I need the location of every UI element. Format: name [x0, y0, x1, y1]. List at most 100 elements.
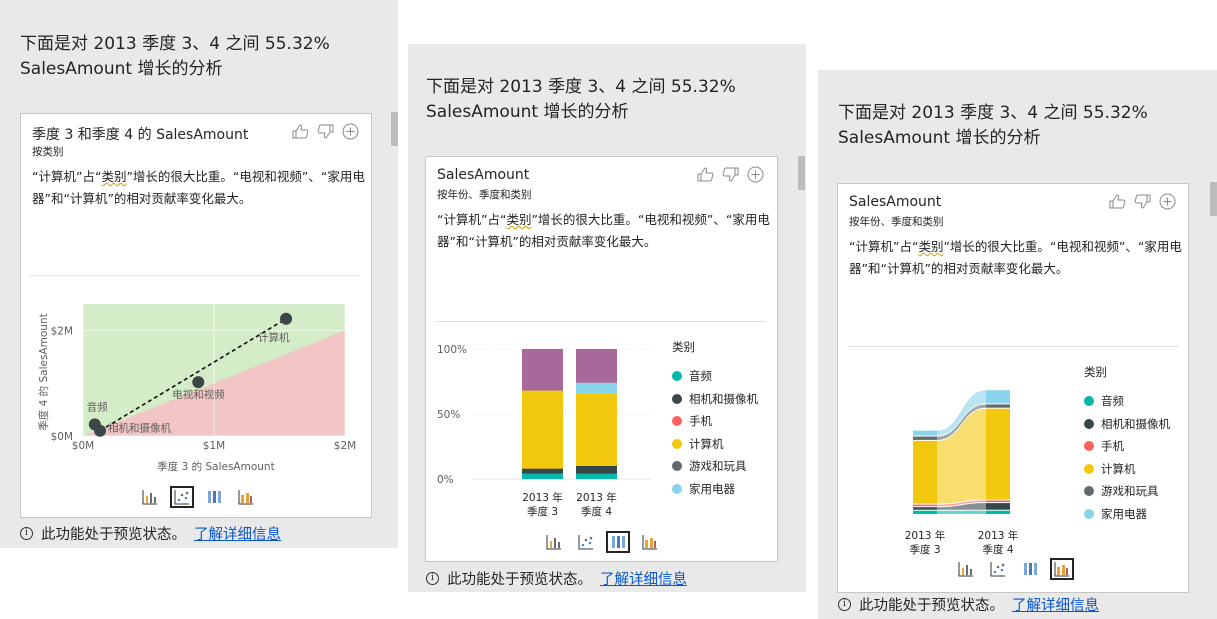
- thumbs-down-icon[interactable]: [1133, 192, 1152, 211]
- category-keyword[interactable]: 类别: [506, 212, 531, 227]
- ribbon-chart-icon[interactable]: [234, 486, 258, 508]
- card-subtitle: 按年份、季度和类别: [437, 189, 532, 201]
- ribbon-band: [937, 510, 986, 514]
- bar-segment: [576, 349, 617, 383]
- x-tick-label: $1M: [203, 440, 225, 452]
- point-label: 计算机: [258, 331, 290, 344]
- thumbs-down-icon[interactable]: [316, 122, 335, 141]
- thumbs-down-icon[interactable]: [721, 165, 740, 184]
- add-icon[interactable]: [341, 122, 360, 141]
- thumbs-up-icon[interactable]: [291, 122, 310, 141]
- bar-segment: [522, 468, 563, 474]
- x-tick-label: 2013 年: [905, 529, 946, 542]
- legend-item[interactable]: 游戏和玩具: [672, 455, 758, 478]
- card-title: SalesAmount: [437, 167, 530, 183]
- ribbon-segment: [913, 436, 937, 440]
- legend-item[interactable]: 游戏和玩具: [1084, 480, 1170, 503]
- card-description: “计算机”占“类别”增长的很大比重。“电视和视频”、“家用电器”和“计算机”的相…: [849, 239, 1182, 276]
- scatter-point: [280, 312, 293, 325]
- scatter-chart-icon[interactable]: [170, 486, 194, 508]
- ribbon-segment: [986, 408, 1010, 500]
- learn-more-link[interactable]: 了解详细信息: [600, 568, 687, 589]
- info-icon: i: [838, 598, 851, 611]
- card-title: 季度 3 和季度 4 的 SalesAmount: [32, 127, 249, 143]
- y-tick-label: $2M: [51, 325, 73, 337]
- ribbon-chart-icon[interactable]: [1050, 558, 1074, 580]
- scatter-point: [94, 424, 107, 437]
- stacked-column-icon[interactable]: [202, 486, 226, 508]
- learn-more-link[interactable]: 了解详细信息: [1012, 594, 1099, 615]
- x-tick-label: 2013 年: [576, 491, 617, 504]
- ribbon-segment: [913, 510, 937, 514]
- stacked-column-icon[interactable]: [1018, 558, 1042, 580]
- legend-item[interactable]: 家用电器: [672, 478, 758, 501]
- divider: [848, 346, 1178, 347]
- chart-legend: 类别 音频 相机和摄像机 手机 计算机 游戏和玩具 家用电器: [672, 339, 758, 500]
- point-label: 相机和摄像机: [108, 422, 171, 435]
- panel-title: 下面是对 2013 季度 3、4 之间 55.32% SalesAmount 增…: [426, 77, 736, 122]
- legend-item[interactable]: 计算机: [672, 433, 758, 456]
- chart-legend: 类别 音频 相机和摄像机 手机 计算机 游戏和玩具 家用电器: [1084, 364, 1170, 525]
- divider: [436, 321, 766, 322]
- scatter-chart-icon[interactable]: [574, 531, 598, 553]
- card-subtitle: 按年份、季度和类别: [849, 216, 944, 228]
- legend-item[interactable]: 计算机: [1084, 458, 1170, 481]
- y-axis-label: 季度 4 的 SalesAmount: [37, 313, 50, 430]
- bar-segment: [522, 390, 563, 469]
- legend-item[interactable]: 音频: [1084, 390, 1170, 413]
- legend-item[interactable]: 音频: [672, 365, 758, 388]
- x-tick-label: 季度 4: [581, 505, 612, 517]
- ribbon-segment: [986, 500, 1010, 503]
- scatter-chart-icon[interactable]: [986, 558, 1010, 580]
- stacked-column-icon[interactable]: [606, 531, 630, 553]
- x-tick-label: 季度 3: [909, 543, 940, 556]
- legend-item[interactable]: 手机: [1084, 435, 1170, 458]
- scrollbar-thumb[interactable]: [798, 156, 805, 190]
- legend-title: 类别: [672, 340, 695, 354]
- ribbon-segment: [913, 430, 937, 436]
- x-axis-label: 季度 3 的 SalesAmount: [157, 460, 274, 473]
- scrollbar-thumb[interactable]: [1210, 182, 1217, 216]
- bar-segment: [576, 466, 617, 474]
- divider: [29, 275, 360, 276]
- ribbon-chart-icon[interactable]: [638, 531, 662, 553]
- preview-notice: i 此功能处于预览状态。 了解详细信息: [838, 594, 1099, 615]
- ribbon-segment: [913, 507, 937, 510]
- bar-segment: [576, 393, 617, 466]
- panel-title: 下面是对 2013 季度 3、4 之间 55.32% SalesAmount 增…: [838, 103, 1148, 148]
- category-keyword[interactable]: 类别: [918, 239, 943, 254]
- x-tick-label: $2M: [334, 440, 356, 452]
- x-tick-label: 季度 3: [527, 505, 558, 517]
- card-subtitle: 按类别: [32, 146, 64, 158]
- column-chart-icon[interactable]: [138, 486, 162, 508]
- x-tick-label: 2013 年: [978, 529, 1019, 542]
- legend-item[interactable]: 相机和摄像机: [672, 388, 758, 411]
- legend-item[interactable]: 家用电器: [1084, 503, 1170, 526]
- legend-item[interactable]: 手机: [672, 410, 758, 433]
- thumbs-up-icon[interactable]: [696, 165, 715, 184]
- y-tick-label: 100%: [437, 344, 467, 356]
- x-tick-label: 2013 年: [522, 491, 563, 504]
- scatter-point: [192, 376, 205, 389]
- learn-more-link[interactable]: 了解详细信息: [194, 523, 281, 544]
- bar-segment: [522, 473, 563, 479]
- category-keyword[interactable]: 类别: [101, 169, 126, 184]
- column-chart-icon[interactable]: [542, 531, 566, 553]
- add-icon[interactable]: [746, 165, 765, 184]
- add-icon[interactable]: [1158, 192, 1177, 211]
- bar-segment: [576, 473, 617, 479]
- panel-title: 下面是对 2013 季度 3、4 之间 55.32% SalesAmount 增…: [20, 34, 330, 79]
- bar-segment: [522, 349, 563, 391]
- card-title: SalesAmount: [849, 194, 942, 210]
- point-label: 电视和视频: [172, 388, 225, 401]
- scrollbar-thumb[interactable]: [391, 112, 398, 146]
- column-chart-icon[interactable]: [954, 558, 978, 580]
- card-description: “计算机”占“类别”增长的很大比重。“电视和视频”、“家用电器”和“计算机”的相…: [32, 169, 365, 206]
- ribbon-segment: [913, 504, 937, 507]
- y-tick-label: 50%: [437, 409, 460, 421]
- ribbon-segment: [913, 440, 937, 504]
- thumbs-up-icon[interactable]: [1108, 192, 1127, 211]
- legend-item[interactable]: 相机和摄像机: [1084, 413, 1170, 436]
- ribbon-segment: [986, 510, 1010, 514]
- preview-notice: i 此功能处于预览状态。 了解详细信息: [426, 568, 687, 589]
